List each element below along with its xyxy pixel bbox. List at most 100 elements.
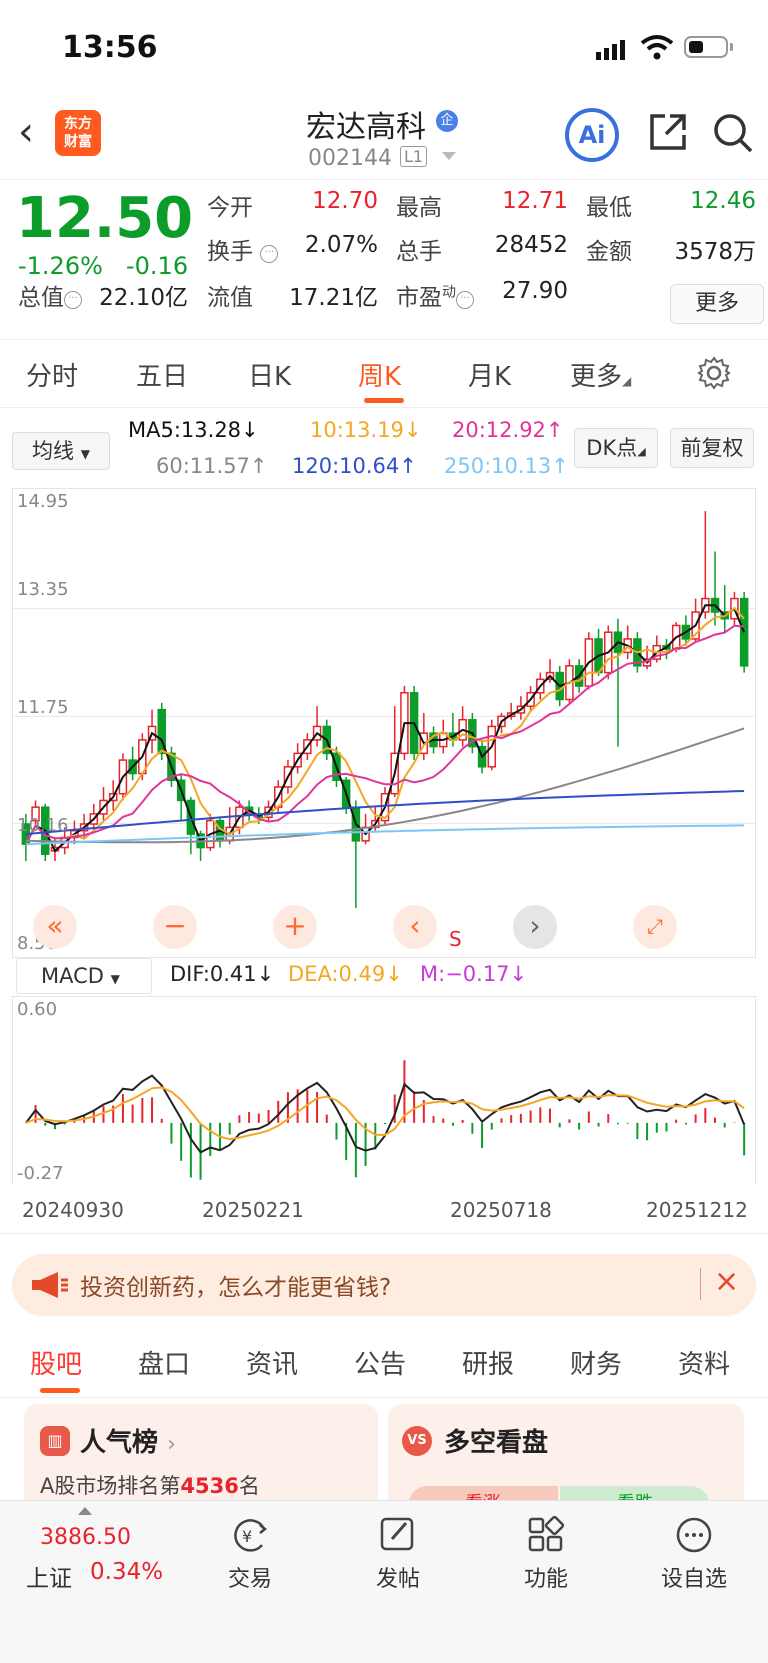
date-label: 20250718: [450, 1198, 552, 1222]
candle-body: [739, 597, 749, 667]
content-tabs: 股吧 盘口 资讯 公告 研报 财务 资料: [0, 1324, 768, 1398]
share-icon[interactable]: [648, 112, 688, 152]
banner-divider: [700, 1268, 701, 1300]
tab-intraday[interactable]: 分时: [26, 356, 78, 393]
ranking-icon: ▥: [40, 1426, 70, 1456]
tab-announcements[interactable]: 公告: [354, 1344, 406, 1381]
tab-weekly-k[interactable]: 周K: [358, 356, 401, 393]
banner-text[interactable]: 投资创新药，怎么才能更省钱?: [80, 1268, 391, 1302]
change-amount: -0.16: [126, 252, 189, 280]
ai-assistant-button[interactable]: Ai: [565, 108, 619, 162]
float-cap-label: 流值: [207, 285, 253, 311]
zoom-in-button[interactable]: +: [273, 905, 317, 949]
quote-panel: 12.50 -1.26% -0.16 今开 12.70 最高 12.71 最低 …: [0, 180, 768, 340]
low-value: 12.46: [690, 188, 756, 214]
add-watchlist-button[interactable]: 设自选: [654, 1515, 734, 1593]
battery-icon: [684, 36, 728, 58]
wifi-icon: [640, 35, 674, 60]
macd-bar: MACD ▼ DIF:0.41↓ DEA:0.49↓ M:−0.17↓: [0, 958, 768, 998]
promo-banner[interactable]: 投资创新药，怎么才能更省钱? ×: [12, 1254, 756, 1316]
back-icon[interactable]: ‹: [18, 112, 34, 152]
gear-icon[interactable]: [697, 356, 731, 390]
amount-label: 金额: [586, 239, 632, 265]
volume-value: 28452: [494, 232, 568, 258]
edit-icon: [380, 1517, 414, 1551]
zoom-out-button[interactable]: −: [153, 905, 197, 949]
float-cap-value: 17.21亿: [289, 285, 378, 311]
index-value[interactable]: 3886.50: [40, 1525, 131, 1550]
tab-daily-k[interactable]: 日K: [248, 356, 291, 393]
level-dropdown-icon[interactable]: [442, 152, 456, 160]
bull-button[interactable]: 看涨: [408, 1486, 558, 1500]
scroll-right-button[interactable]: ›: [513, 905, 557, 949]
feature-cards: ▥ 人气榜 › A股市场排名第4536名 VS 多空看盘 看涨 看跌: [0, 1398, 768, 1500]
volume-label: 总手: [396, 239, 442, 265]
more-fields-button[interactable]: 更多: [670, 284, 764, 324]
price-adjust-button[interactable]: 前复权: [670, 428, 754, 468]
expand-up-icon[interactable]: [78, 1507, 92, 1515]
sell-signal-marker: S: [449, 927, 462, 951]
scroll-left-fast-button[interactable]: «: [33, 905, 77, 949]
level-badge[interactable]: L1: [400, 146, 428, 167]
amount-value: 3578万: [674, 239, 756, 265]
tab-more[interactable]: 更多◢: [570, 356, 631, 393]
macd-chart[interactable]: 0.60 -0.27: [12, 996, 756, 1184]
ma120-value: 120:10.64↑: [292, 454, 417, 478]
tab-news[interactable]: 资讯: [246, 1344, 298, 1381]
cellular-signal-icon: [596, 40, 625, 60]
dea-value: DEA:0.49↓: [288, 962, 403, 986]
tab-research[interactable]: 研报: [462, 1344, 514, 1381]
indicator-select[interactable]: 均线 ▼: [12, 432, 110, 470]
ma250-value: 250:10.13↑: [444, 454, 569, 478]
low-label: 最低: [586, 195, 632, 221]
current-price: 12.50: [16, 186, 194, 251]
tab-five-day[interactable]: 五日: [136, 356, 188, 393]
bear-button[interactable]: 看跌: [560, 1486, 710, 1500]
moving-average-bar: 均线 ▼ MA5:13.28↓ 10:13.19↓ 20:12.92↑ 60:1…: [0, 408, 768, 488]
macd-m-value: M:−0.17↓: [420, 962, 528, 986]
post-button[interactable]: 发帖: [358, 1515, 438, 1593]
close-icon[interactable]: ×: [714, 1264, 739, 1299]
open-label: 今开: [207, 195, 253, 221]
macd-y-top: 0.60: [17, 999, 58, 1020]
popularity-title: 人气榜 ›: [80, 1428, 176, 1458]
dk-point-button[interactable]: DK点◢: [574, 428, 658, 468]
tab-monthly-k[interactable]: 月K: [468, 356, 511, 393]
svg-text:¥: ¥: [242, 1527, 252, 1546]
search-icon[interactable]: [712, 112, 754, 154]
status-bar: 13:56: [0, 0, 768, 100]
y-axis-label: 13.35: [17, 579, 69, 600]
index-name[interactable]: 上证: [26, 1559, 72, 1593]
grid-icon: [528, 1515, 565, 1552]
clock: 13:56: [62, 30, 158, 65]
trade-button[interactable]: ¥ 交易: [210, 1515, 290, 1593]
candlestick-chart[interactable]: 14.95 13.35 11.75 10.16 8.56 « − + ‹ › ⤢…: [12, 488, 756, 958]
function-button[interactable]: 功能: [506, 1515, 586, 1593]
app-logo[interactable]: 东方 财富: [55, 110, 101, 156]
popularity-rank: A股市场排名第4536名: [40, 1474, 260, 1498]
change-percent: -1.26%: [18, 252, 103, 280]
popularity-card[interactable]: ▥ 人气榜 › A股市场排名第4536名: [24, 1404, 378, 1500]
chart-period-tabs: 分时 五日 日K 周K 月K 更多◢: [0, 340, 768, 408]
tab-finance[interactable]: 财务: [570, 1344, 622, 1381]
duokong-card[interactable]: VS 多空看盘 看涨 看跌: [388, 1404, 744, 1500]
megaphone-icon: [32, 1272, 68, 1298]
high-label: 最高: [396, 195, 442, 221]
scroll-left-button[interactable]: ‹: [393, 905, 437, 949]
y-axis-label: 10.16: [17, 815, 69, 836]
index-percent[interactable]: 0.34%: [90, 1559, 163, 1585]
pe-value: 27.90: [502, 278, 568, 304]
tab-guba[interactable]: 股吧: [30, 1344, 82, 1381]
info-icon: ···: [64, 291, 82, 309]
macd-svg: [25, 1060, 746, 1180]
y-axis-label: 11.75: [17, 697, 69, 718]
ma5-value: MA5:13.28↓: [128, 418, 259, 442]
tab-pankou[interactable]: 盘口: [138, 1344, 190, 1381]
tab-profile[interactable]: 资料: [678, 1344, 730, 1381]
trade-icon: ¥: [234, 1519, 268, 1552]
enterprise-badge-icon: 企: [436, 110, 458, 132]
stock-name[interactable]: 宏达高科: [306, 102, 426, 146]
fullscreen-icon[interactable]: ⤢: [633, 905, 677, 949]
macd-select[interactable]: MACD ▼: [16, 958, 152, 994]
turnover-value: 2.07%: [304, 232, 378, 258]
